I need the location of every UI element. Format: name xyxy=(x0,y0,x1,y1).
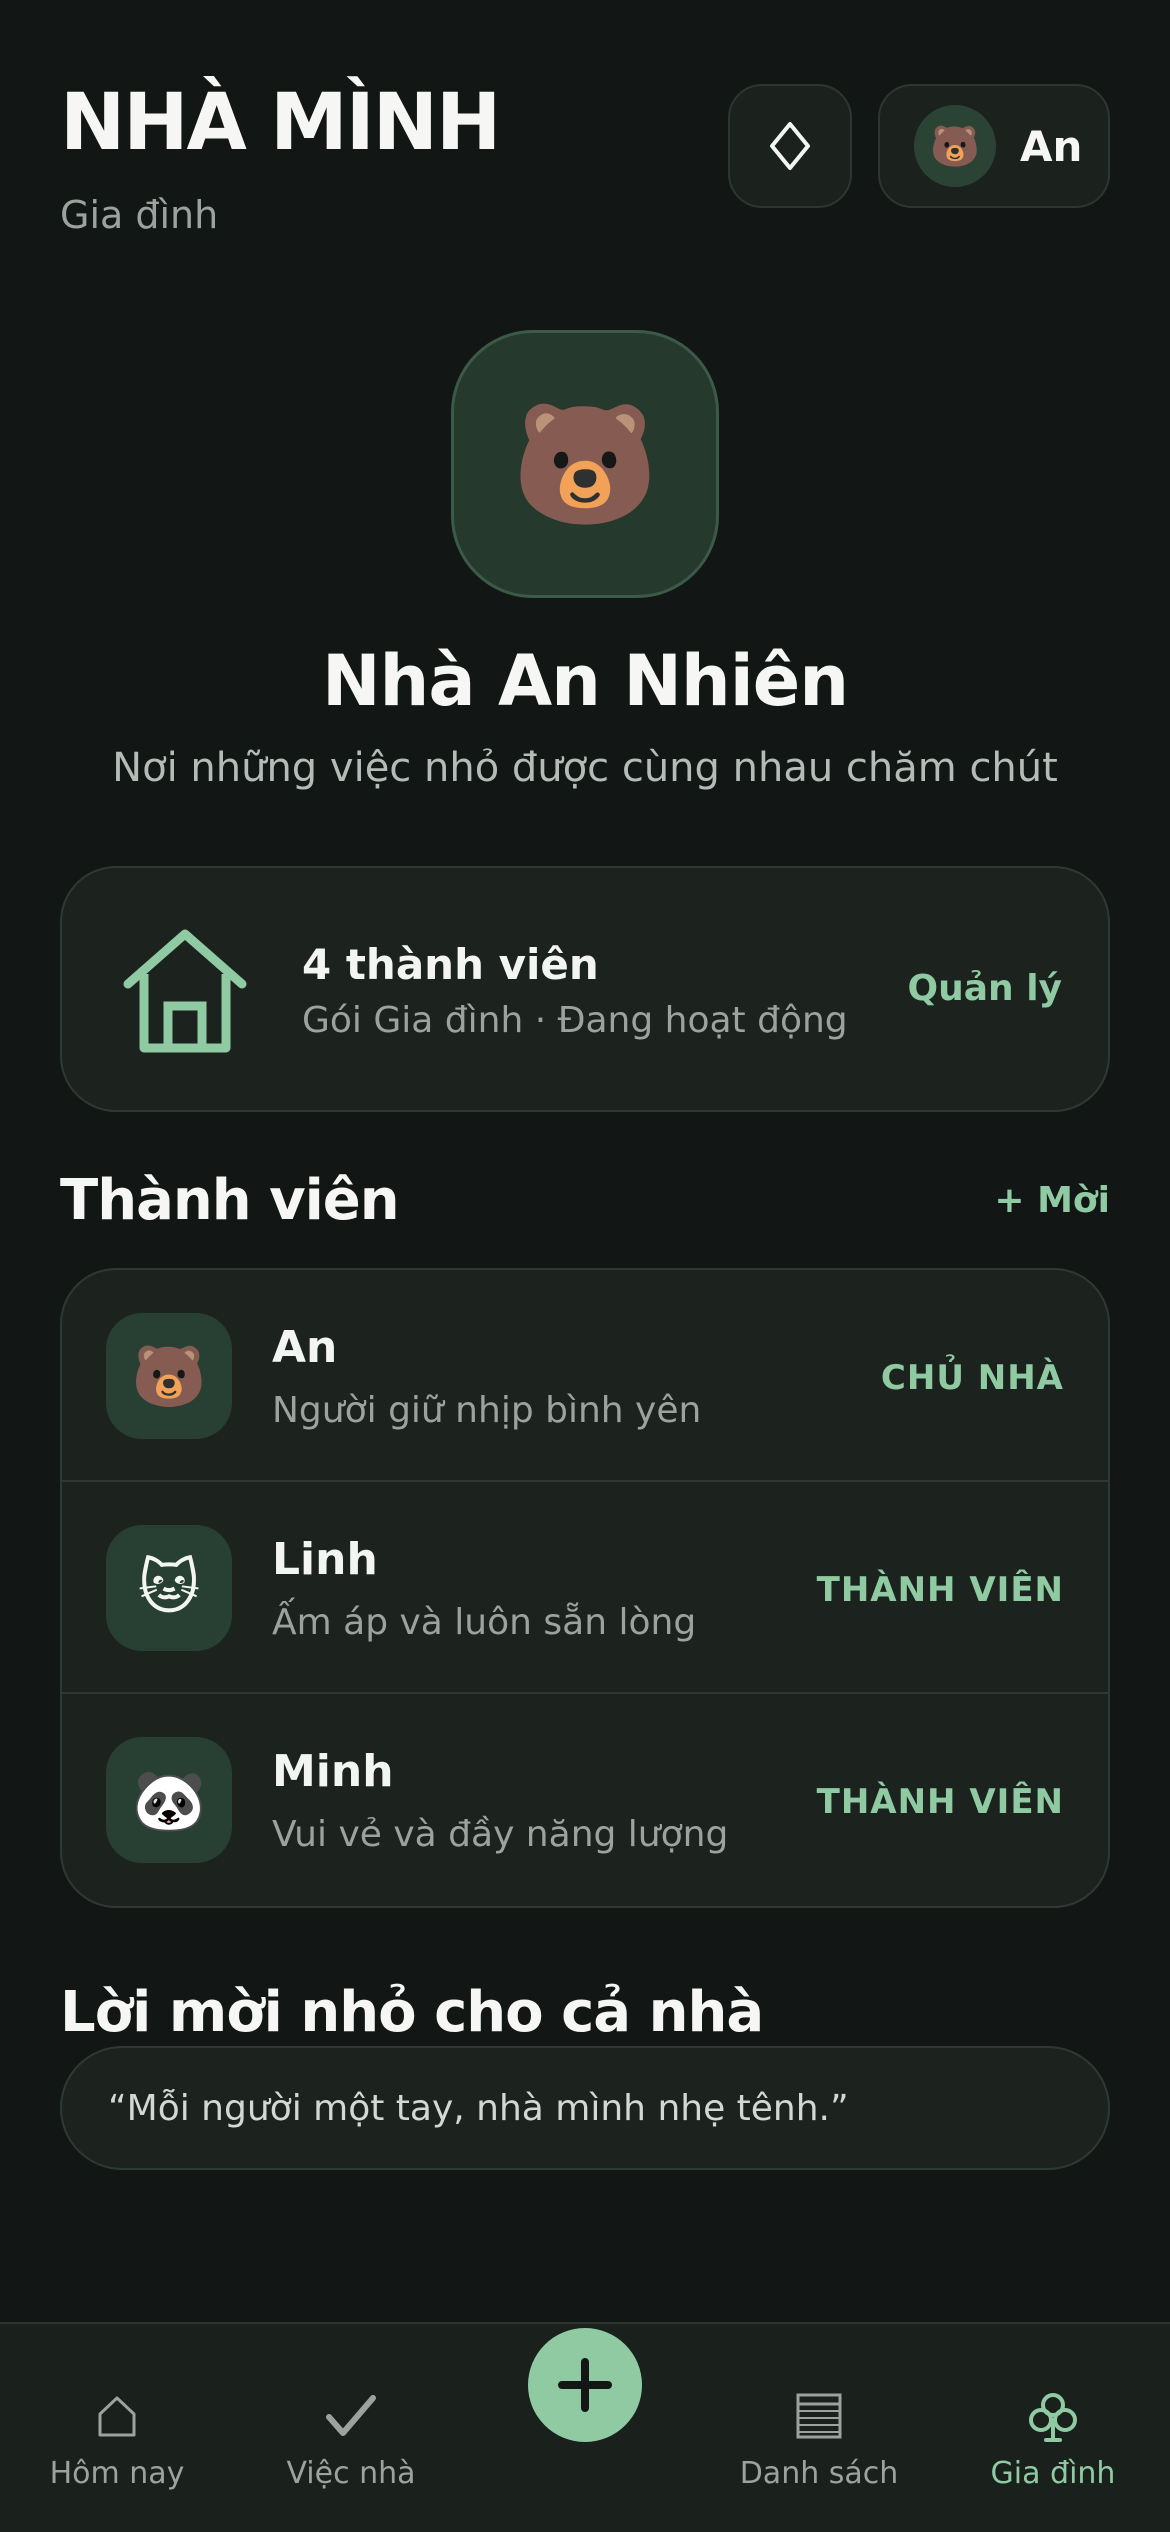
avatar: 🐼 xyxy=(106,1737,232,1863)
tab-label: Gia đình xyxy=(990,2456,1116,2491)
family-quote: “Mỗi người một tay, nhà mình nhẹ tênh.” xyxy=(60,2046,1110,2170)
role-badge: THÀNH VIÊN xyxy=(816,1570,1064,1610)
avatar: 🐻 xyxy=(914,105,996,187)
tab-label: Hôm nay xyxy=(49,2456,185,2491)
home-icon xyxy=(98,2396,136,2437)
avatar: 🐻 xyxy=(106,1313,232,1439)
diamond-icon xyxy=(770,122,810,170)
list-icon xyxy=(796,2393,842,2439)
invite-button[interactable]: + Mời xyxy=(994,1180,1110,1221)
list-item[interactable]: 🐱 Linh Ấm áp và luôn sẵn lòng THÀNH VIÊN xyxy=(62,1482,1108,1694)
plus-icon xyxy=(558,2358,612,2412)
member-description: Người giữ nhịp bình yên xyxy=(272,1390,702,1431)
tab-chores[interactable]: Việc nhà xyxy=(236,2386,466,2491)
plan-card: 4 thành viên Gói Gia đình · Đang hoạt độ… xyxy=(60,866,1110,1112)
app-title: NHÀ MÌNH xyxy=(60,78,501,168)
home-avatar[interactable]: 🐻 xyxy=(451,330,719,598)
list-item[interactable]: 🐻 An Người giữ nhịp bình yên CHỦ NHÀ xyxy=(62,1270,1108,1482)
add-button[interactable] xyxy=(528,2328,642,2442)
profile-name: An xyxy=(1020,121,1083,171)
avatar: 🐱 xyxy=(106,1525,232,1651)
tab-label: Danh sách xyxy=(739,2456,899,2491)
member-count: 4 thành viên xyxy=(302,940,599,989)
clover-icon xyxy=(1029,2393,1077,2442)
family-screen: NHÀ MÌNH Gia đình 🐻 An 🐻 Nhà An Nhiên Nơ… xyxy=(0,0,1170,2532)
invite-section-title: Lời mời nhỏ cho cả nhà xyxy=(60,1980,764,2045)
members-title: Thành viên xyxy=(60,1168,400,1233)
tab-family[interactable]: Gia đình xyxy=(938,2386,1168,2491)
tab-label: Việc nhà xyxy=(286,2456,416,2491)
role-badge: CHỦ NHÀ xyxy=(880,1358,1064,1398)
role-badge: THÀNH VIÊN xyxy=(816,1782,1064,1822)
checkmark-icon xyxy=(326,2395,376,2436)
manage-link[interactable]: Quản lý xyxy=(908,968,1063,1009)
app-subtitle: Gia đình xyxy=(60,193,219,237)
members-list: 🐻 An Người giữ nhịp bình yên CHỦ NHÀ 🐱 L… xyxy=(60,1268,1110,1908)
house-icon xyxy=(123,929,247,1053)
member-name: Minh xyxy=(272,1746,394,1797)
home-tagline: Nơi những việc nhỏ được cùng nhau chăm c… xyxy=(112,745,1058,791)
home-name: Nhà An Nhiên xyxy=(321,640,849,722)
tab-today[interactable]: Hôm nay xyxy=(2,2386,232,2491)
premium-button[interactable] xyxy=(728,84,852,208)
member-description: Vui vẻ và đầy năng lượng xyxy=(272,1814,729,1855)
member-name: An xyxy=(272,1322,338,1373)
plan-status: Gói Gia đình · Đang hoạt động xyxy=(302,1000,848,1041)
tab-list[interactable]: Danh sách xyxy=(704,2386,934,2491)
list-item[interactable]: 🐼 Minh Vui vẻ và đầy năng lượng THÀNH VI… xyxy=(62,1694,1108,1906)
profile-button[interactable]: 🐻 An xyxy=(878,84,1110,208)
member-description: Ấm áp và luôn sẵn lòng xyxy=(272,1602,697,1643)
member-name: Linh xyxy=(272,1534,378,1585)
